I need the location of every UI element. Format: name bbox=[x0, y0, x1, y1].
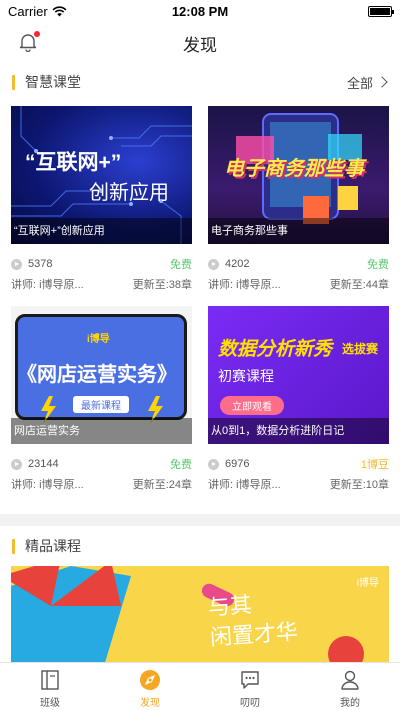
wifi-icon bbox=[52, 5, 67, 16]
view-count: 6976 bbox=[225, 458, 250, 470]
notification-bell-icon[interactable] bbox=[18, 31, 40, 53]
banner-line-2: 闲置才华 bbox=[209, 619, 299, 652]
section-accent-bar bbox=[12, 538, 15, 554]
thumb-title: 数据分析新秀 bbox=[218, 339, 333, 360]
chat-icon bbox=[241, 671, 259, 689]
banner-illustration bbox=[11, 566, 364, 662]
view-count: 23144 bbox=[28, 458, 59, 470]
smart-classroom-section: 智慧课堂 全部 “互联网+” 创新应用 “互联网+”创新应用 5378 免费 讲… bbox=[0, 64, 400, 514]
section-header: 精品课程 bbox=[11, 526, 389, 566]
update-label: 更新至:24章 bbox=[132, 479, 192, 491]
section-header: 智慧课堂 全部 bbox=[11, 64, 389, 100]
course-caption: 从0到1，数据分析进阶日记 bbox=[208, 418, 389, 444]
premium-section: 精品课程 与其 闲置才华 i博导 bbox=[0, 526, 400, 662]
course-thumbnail: i博导 《网店运营实务》 最新课程 网店运营实务 bbox=[11, 306, 192, 444]
tab-label: 发现 bbox=[140, 698, 160, 709]
view-count: 4202 bbox=[225, 258, 250, 270]
tab-bar: 班级 发现 叨叨 我的 bbox=[0, 662, 400, 710]
price-label: 免费 bbox=[367, 259, 389, 271]
carrier: Carrier bbox=[8, 4, 67, 19]
compass-icon bbox=[140, 670, 160, 690]
teacher-label: 讲师: i博导原... bbox=[11, 479, 84, 491]
tab-chat[interactable]: 叨叨 bbox=[200, 663, 300, 710]
thumb-subtitle: 初赛课程 bbox=[218, 368, 274, 384]
chevron-right-icon bbox=[376, 76, 388, 88]
section-title: 精品课程 bbox=[25, 538, 81, 554]
course-caption: 电子商务那些事 bbox=[208, 218, 389, 244]
page-title: 发现 bbox=[183, 35, 217, 55]
teacher-label: 讲师: i博导原... bbox=[208, 279, 281, 291]
play-count-icon bbox=[11, 458, 22, 470]
tab-label: 叨叨 bbox=[240, 698, 260, 709]
banner-logo: i博导 bbox=[356, 578, 379, 589]
thumb-title: 电子商务那些事 bbox=[224, 158, 364, 180]
thumb-subtitle: 创新应用 bbox=[89, 182, 169, 204]
view-count: 5378 bbox=[28, 258, 53, 270]
book-icon bbox=[41, 670, 59, 690]
tab-label: 我的 bbox=[340, 698, 360, 709]
section-title: 智慧课堂 bbox=[25, 74, 81, 90]
teacher-label: 讲师: i博导原... bbox=[208, 479, 281, 491]
play-count-icon bbox=[11, 258, 22, 270]
play-count-icon bbox=[208, 258, 219, 270]
carrier-label: Carrier bbox=[8, 3, 48, 19]
update-label: 更新至:44章 bbox=[329, 279, 389, 291]
thumb-title: “互联网+” bbox=[25, 151, 122, 174]
course-thumbnail: 数据分析新秀 选拔赛 初赛课程 立即观看 从0到1，数据分析进阶日记 bbox=[208, 306, 389, 444]
teacher-label: 讲师: i博导原... bbox=[11, 279, 84, 291]
price-label: 免费 bbox=[170, 459, 192, 471]
course-card[interactable]: “互联网+” 创新应用 “互联网+”创新应用 5378 免费 讲师: i博导原.… bbox=[11, 106, 192, 292]
battery-icon bbox=[368, 5, 394, 17]
course-card[interactable]: 数据分析新秀 选拔赛 初赛课程 立即观看 从0到1，数据分析进阶日记 6976 … bbox=[208, 306, 389, 492]
status-bar: Carrier 12:08 PM bbox=[0, 0, 400, 22]
tab-discover[interactable]: 发现 bbox=[100, 663, 200, 710]
course-caption: 网店运营实务 bbox=[11, 418, 192, 444]
tab-class[interactable]: 班级 bbox=[0, 663, 100, 710]
price-label: 免费 bbox=[170, 259, 192, 271]
course-card[interactable]: i博导 《网店运营实务》 最新课程 网店运营实务 23144 免费 讲师: i博… bbox=[11, 306, 192, 492]
course-card[interactable]: 电子商务那些事 电子商务那些事 4202 免费 讲师: i博导原... 更新至:… bbox=[208, 106, 389, 292]
course-thumbnail: “互联网+” 创新应用 “互联网+”创新应用 bbox=[11, 106, 192, 244]
course-thumbnail: 电子商务那些事 电子商务那些事 bbox=[208, 106, 389, 244]
section-accent-bar bbox=[12, 74, 15, 90]
notification-dot bbox=[34, 31, 40, 37]
nav-bar: 发现 bbox=[0, 22, 400, 64]
thumb-tag: 选拔赛 bbox=[342, 342, 379, 356]
premium-banner[interactable]: 与其 闲置才华 i博导 bbox=[11, 566, 389, 662]
play-count-icon bbox=[208, 458, 219, 470]
course-caption: “互联网+”创新应用 bbox=[11, 218, 192, 244]
update-label: 更新至:10章 bbox=[329, 479, 389, 491]
user-icon bbox=[341, 670, 359, 690]
banner-slogan: 与其 闲置才华 bbox=[207, 588, 299, 654]
main-content: 智慧课堂 全部 “互联网+” 创新应用 “互联网+”创新应用 5378 免费 讲… bbox=[0, 64, 400, 662]
price-label: 1博豆 bbox=[360, 459, 389, 471]
update-label: 更新至:38章 bbox=[132, 279, 192, 291]
thumb-watch-button: 立即观看 bbox=[220, 396, 284, 415]
tab-me[interactable]: 我的 bbox=[300, 663, 400, 710]
view-all-button[interactable]: 全部 bbox=[347, 73, 389, 92]
tab-label: 班级 bbox=[40, 698, 60, 709]
view-all-label: 全部 bbox=[346, 75, 373, 91]
